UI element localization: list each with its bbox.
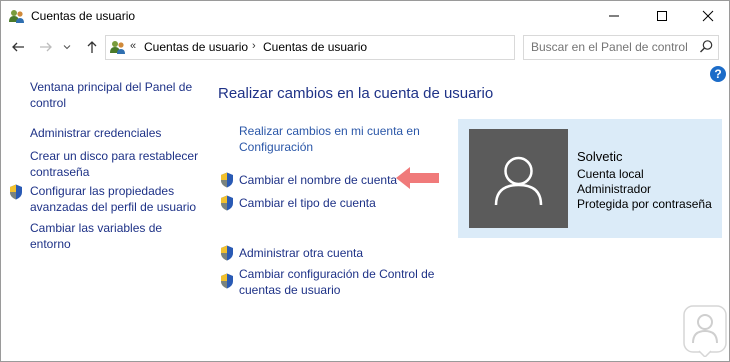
link-line: Configuración [239,140,314,154]
link-line: Configurar las propiedades [30,184,175,198]
forward-arrow-icon [40,42,52,52]
account-type: Cuenta local [577,167,644,181]
help-icon[interactable]: ? [710,66,726,82]
user-accounts-window: Cuentas de usuario « Cuentas de usuario … [0,0,730,362]
create-reset-disk-link[interactable]: Crear un disco para restablecer contrase… [30,148,198,180]
shield-icon [220,172,234,188]
link-line: Cambiar configuración de Control de [239,267,435,281]
recent-locations-button[interactable] [61,38,73,56]
back-button[interactable] [9,38,27,56]
change-uac-settings-link[interactable]: Cambiar configuración de Control de cuen… [239,266,434,298]
link-line: Realizar cambios en mi cuenta en [239,124,420,138]
link-line: avanzadas del perfil de usuario [30,200,197,214]
account-protection: Protegida por contraseña [577,197,712,211]
shield-icon [9,184,23,200]
link-line: Cambiar el nombre de cuenta [239,173,398,187]
link-line: contraseña [30,165,90,179]
account-role: Administrador [577,182,652,196]
advanced-profile-properties-link[interactable]: Configurar las propiedades avanzadas del… [30,183,196,215]
change-account-type-link[interactable]: Cambiar el tipo de cuenta [239,195,376,211]
forward-button[interactable] [37,38,55,56]
account-name: Solvetic [577,149,623,164]
manage-credentials-link[interactable]: Administrar credenciales [30,125,161,141]
shield-icon [220,245,234,261]
account-card: Solvetic Cuenta local Administrador Prot… [458,119,722,238]
search-icon[interactable] [699,39,714,59]
search-box[interactable] [523,35,719,60]
control-panel-home-link[interactable]: Ventana principal del Panel de control [30,79,192,111]
search-input[interactable] [531,40,691,54]
maximize-icon [657,11,667,21]
title-bar: Cuentas de usuario [1,1,729,31]
close-icon [702,10,714,22]
breadcrumb-separator[interactable]: › [252,40,256,52]
user-avatar-icon [494,156,543,206]
environment-variables-link[interactable]: Cambiar las variables de entorno [30,220,162,252]
link-line: cuentas de usuario [239,283,341,297]
link-line: Administrar credenciales [30,126,162,140]
manage-other-account-link[interactable]: Administrar otra cuenta [239,245,363,261]
breadcrumb-item[interactable]: Cuentas de usuario [263,40,367,54]
link-line: Cambiar el tipo de cuenta [239,196,376,210]
avatar [469,129,568,228]
breadcrumb-item[interactable]: Cuentas de usuario [144,40,248,54]
pointer-arrow-icon [396,166,440,195]
watermark-logo-icon [683,305,727,362]
window-title: Cuentas de usuario [31,9,136,23]
shield-icon [220,195,234,211]
link-line: Cambiar las variables de [30,221,163,235]
close-button[interactable] [685,1,730,31]
navigation-bar: « Cuentas de usuario › Cuentas de usuari… [1,34,729,60]
change-account-in-settings-link[interactable]: Realizar cambios en mi cuenta en Configu… [239,123,420,155]
address-bar[interactable]: « Cuentas de usuario › Cuentas de usuari… [105,35,612,60]
up-button[interactable] [83,38,101,56]
link-line: control [30,96,67,110]
up-arrow-icon [87,41,97,53]
back-arrow-icon [12,42,24,52]
link-line: Crear un disco para restablecer [30,149,199,163]
page-heading: Realizar cambios en la cuenta de usuario [218,85,494,102]
users-icon [110,39,126,55]
change-account-name-link[interactable]: Cambiar el nombre de cuenta [239,172,397,188]
minimize-button[interactable] [591,1,637,31]
recent-dropdown-icon [63,45,71,50]
link-line: Administrar otra cuenta [239,246,364,260]
users-icon [9,8,25,24]
minimize-icon [609,15,619,17]
breadcrumb-separator[interactable]: « [130,40,136,52]
link-line: entorno [30,237,71,251]
link-line: Ventana principal del Panel de [30,80,193,94]
maximize-button[interactable] [639,1,685,31]
shield-icon [220,273,234,289]
